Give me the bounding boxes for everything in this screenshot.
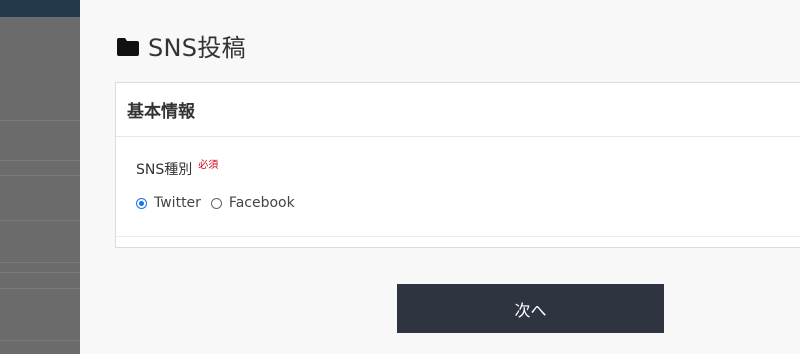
sns-type-radio-group: Twitter Facebook: [136, 195, 305, 211]
background-divider: [0, 220, 80, 221]
sns-type-label: SNS種別: [136, 162, 193, 178]
radio-twitter-label: Twitter: [154, 195, 201, 211]
required-badge: 必須: [198, 160, 219, 171]
page-title: SNS投稿: [116, 28, 246, 62]
basic-info-card: 基本情報 SNS種別 必須 Twitter Facebook: [115, 82, 800, 248]
radio-facebook[interactable]: [210, 197, 222, 209]
radio-facebook-label: Facebook: [228, 195, 295, 211]
folder-icon: [116, 35, 140, 56]
background-header: [0, 0, 80, 17]
radio-option-twitter[interactable]: Twitter: [136, 195, 201, 211]
background-divider: [0, 340, 80, 341]
background-divider: [0, 262, 80, 263]
background-overlay: [0, 0, 80, 354]
card-divider: [116, 236, 800, 237]
radio-option-facebook[interactable]: Facebook: [210, 195, 295, 211]
background-divider: [0, 120, 80, 121]
next-button[interactable]: 次へ: [397, 284, 664, 333]
card-header: 基本情報: [116, 83, 800, 137]
sns-post-modal: SNS投稿 基本情報 SNS種別 必須 Twitter Facebook 次へ: [80, 0, 800, 354]
sns-type-field-label: SNS種別 必須: [136, 159, 218, 179]
background-divider: [0, 272, 80, 273]
radio-twitter[interactable]: [136, 197, 147, 209]
background-divider: [0, 160, 80, 161]
background-divider: [0, 288, 80, 289]
page-title-text: SNS投稿: [148, 33, 246, 62]
background-divider: [0, 175, 80, 176]
